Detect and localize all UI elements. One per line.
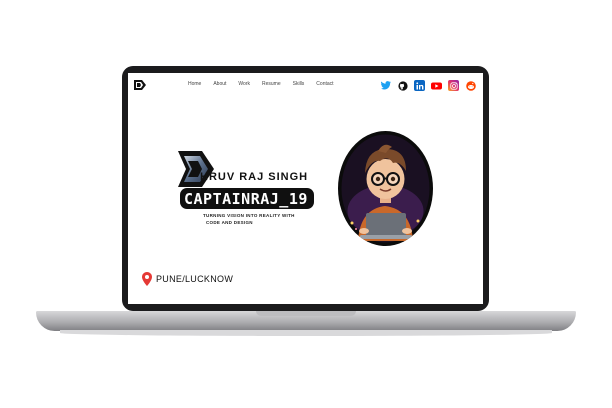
nav-item-skills[interactable]: Skills xyxy=(293,81,305,87)
nav-item-contact[interactable]: Contact xyxy=(316,81,333,87)
nav-menu: Home About Work Resume Skills Contact xyxy=(188,81,346,87)
social-links xyxy=(380,80,476,91)
nav-item-about[interactable]: About xyxy=(213,81,226,87)
top-nav: Home About Work Resume Skills Contact xyxy=(128,73,483,97)
site-logo-icon[interactable] xyxy=(133,79,147,91)
instagram-icon[interactable] xyxy=(448,80,459,91)
location-text: PUNE/LUCKNOW xyxy=(156,274,234,284)
twitter-icon[interactable] xyxy=(380,80,391,91)
linkedin-icon[interactable] xyxy=(414,80,425,91)
github-icon[interactable] xyxy=(397,80,408,91)
nav-item-resume[interactable]: Resume xyxy=(262,81,281,87)
reddit-icon[interactable] xyxy=(465,80,476,91)
nav-item-work[interactable]: Work xyxy=(238,81,250,87)
location: PUNE/LUCKNOW xyxy=(142,272,233,286)
tagline-line-2: CODE AND DESIGN xyxy=(206,220,253,225)
laptop-mockup: Home About Work Resume Skills Contact HR… xyxy=(0,0,612,408)
name-logo-mark-icon xyxy=(178,151,214,187)
location-pin-icon xyxy=(142,272,152,286)
hero-name: HRUV RAJ SINGH xyxy=(200,171,309,183)
nav-item-home[interactable]: Home xyxy=(188,81,201,87)
tagline-line-1: TURNING VISION INTO REALITY WITH xyxy=(203,213,295,218)
youtube-icon[interactable] xyxy=(431,80,442,91)
hero-handle: CAPTAINRAJ_19 xyxy=(180,188,314,209)
laptop-hinge-notch xyxy=(256,311,356,316)
avatar xyxy=(338,131,433,246)
laptop-shadow xyxy=(60,330,552,336)
avatar-illustration xyxy=(341,134,430,243)
laptop-screen: Home About Work Resume Skills Contact HR… xyxy=(128,73,483,304)
hero-tagline: TURNING VISION INTO REALITY WITH CODE AN… xyxy=(203,212,323,226)
